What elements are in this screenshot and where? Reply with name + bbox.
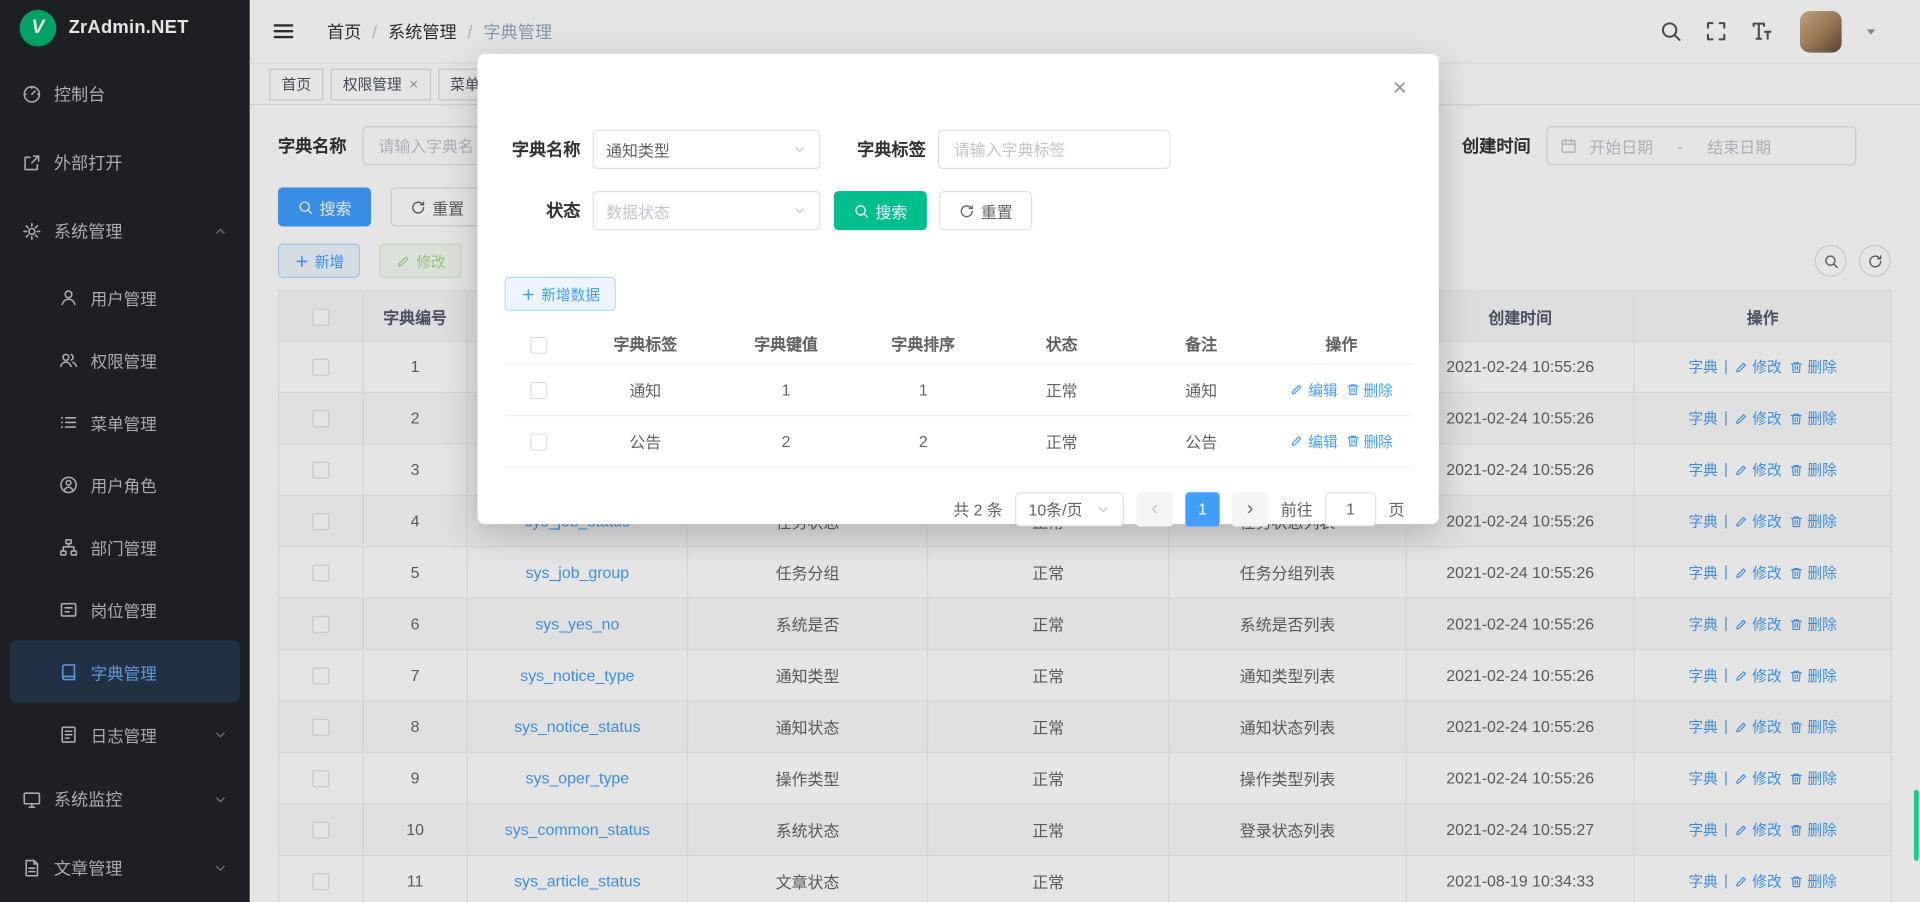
dict-name-select[interactable]: 通知类型 (593, 130, 821, 169)
chevron-down-icon (792, 203, 807, 218)
edit-icon (1290, 382, 1305, 397)
table-row: 公告22正常公告编辑删除 (504, 415, 1411, 466)
close-icon[interactable]: × (1393, 76, 1407, 100)
modal-search-label: 搜索 (876, 199, 908, 222)
row-checkbox[interactable] (530, 382, 547, 399)
search-icon (853, 203, 869, 219)
column-header: 字典标签 (573, 324, 717, 363)
scrollbar-thumb[interactable] (1914, 790, 1919, 861)
goto-page-input[interactable] (1325, 492, 1376, 526)
page-unit-label: 页 (1389, 497, 1405, 520)
status-cell: 正常 (992, 364, 1132, 415)
trash-icon (1345, 382, 1360, 397)
remark-cell: 通知 (1131, 364, 1271, 415)
app-root: V ZrAdmin.NET 控制台外部打开系统管理用户管理权限管理菜单管理用户角… (0, 0, 1920, 902)
prev-page-button[interactable]: ‹ (1136, 492, 1173, 526)
select-all-checkbox[interactable] (530, 336, 547, 353)
chevron-down-icon (1096, 501, 1111, 516)
dict-data-table: 字典标签字典键值字典排序状态备注操作通知11正常通知编辑删除公告22正常公告编辑… (504, 324, 1411, 467)
chevron-down-icon (792, 142, 807, 157)
dict-label-input[interactable] (938, 130, 1171, 169)
status-cell: 正常 (992, 415, 1132, 466)
table-header-row: 字典标签字典键值字典排序状态备注操作 (504, 324, 1411, 363)
column-header: 状态 (992, 324, 1132, 363)
column-header: 字典排序 (855, 324, 992, 363)
modal-filter-row-1: 字典名称 通知类型 字典标签 (504, 130, 1404, 169)
table-row: 通知11正常通知编辑删除 (504, 364, 1411, 415)
modal-search-button[interactable]: 搜索 (834, 191, 927, 230)
dict-value-cell: 1 (718, 364, 855, 415)
dict-label-cell: 公告 (573, 415, 717, 466)
status-select[interactable]: 数据状态 (593, 191, 821, 230)
modal-filter-row-2: 状态 数据状态 搜索 重置 (504, 191, 1404, 230)
pagination: 共 2 条 10条/页 ‹ 1 › 前往 页 (504, 492, 1404, 526)
dict-sort-cell: 1 (855, 364, 992, 415)
plus-icon (520, 286, 536, 302)
pagination-total: 共 2 条 (953, 497, 1003, 520)
dict-name-label: 字典名称 (504, 137, 580, 161)
dict-value-cell: 2 (718, 415, 855, 466)
status-select-placeholder: 数据状态 (606, 199, 670, 222)
refresh-icon (959, 203, 975, 219)
dict-label-cell: 通知 (573, 364, 717, 415)
column-header: 备注 (1131, 324, 1271, 363)
dict-sort-cell: 2 (855, 415, 992, 466)
delete-link[interactable]: 删除 (1345, 430, 1393, 451)
trash-icon (1345, 433, 1360, 448)
page-number-button[interactable]: 1 (1185, 492, 1219, 526)
column-header: 字典键值 (718, 324, 855, 363)
add-data-button[interactable]: 新增数据 (504, 277, 615, 311)
status-label: 状态 (504, 198, 580, 222)
edit-icon (1290, 433, 1305, 448)
next-page-button[interactable]: › (1232, 492, 1269, 526)
page-size-select[interactable]: 10条/页 (1015, 492, 1124, 526)
edit-link[interactable]: 编辑 (1290, 379, 1338, 400)
add-data-label: 新增数据 (541, 283, 600, 304)
row-checkbox[interactable] (530, 433, 547, 450)
modal-reset-button[interactable]: 重置 (939, 191, 1032, 230)
column-header: 操作 (1271, 324, 1412, 363)
dict-data-dialog: × 字典名称 通知类型 字典标签 状态 数据状态 搜索 重置 新增数据 字典标签… (478, 54, 1439, 524)
modal-reset-label: 重置 (981, 199, 1013, 222)
delete-link[interactable]: 删除 (1345, 379, 1393, 400)
page-size-value: 10条/页 (1029, 497, 1083, 520)
remark-cell: 公告 (1131, 415, 1271, 466)
dict-name-select-value: 通知类型 (606, 138, 670, 161)
edit-link[interactable]: 编辑 (1290, 430, 1338, 451)
dict-label-label: 字典标签 (850, 137, 926, 161)
goto-label: 前往 (1281, 497, 1313, 520)
